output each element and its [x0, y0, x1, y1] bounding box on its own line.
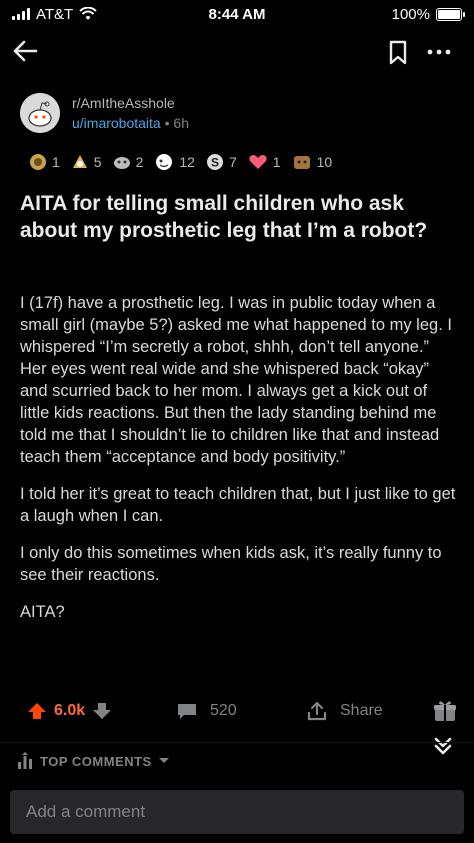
award-item[interactable]: 10 [291, 152, 333, 172]
comment-bar [10, 790, 464, 834]
status-bar: AT&T 8:44 AM 100% [0, 0, 474, 28]
wifi-icon [79, 7, 97, 20]
award-count: 1 [272, 154, 281, 170]
award-item[interactable]: 5 [70, 152, 102, 172]
comment-sort[interactable]: TOP COMMENTS [16, 752, 170, 770]
subreddit-avatar[interactable] [20, 93, 60, 133]
downvote-arrow-icon[interactable] [91, 700, 113, 722]
awards-row[interactable]: 1 5 2 12 S 7 1 10 [28, 150, 332, 174]
award-item[interactable]: S 7 [205, 152, 237, 172]
heart-award-icon [249, 155, 267, 169]
body-paragraph: I told her it’s great to teach children … [20, 485, 456, 525]
post-age: 6h [173, 115, 189, 131]
award-count: 10 [316, 154, 333, 170]
vote-controls: 6.0k [26, 700, 113, 722]
share-button[interactable]: Share [306, 700, 383, 722]
comments-button[interactable]: 520 [176, 701, 237, 721]
author-link[interactable]: u/imarobotaita [72, 115, 161, 131]
award-count: 5 [93, 154, 102, 170]
comment-count: 520 [210, 702, 237, 719]
subreddit-name[interactable]: r/AmItheAsshole [72, 95, 189, 111]
post-body: I (17f) have a prosthetic leg. I was in … [20, 292, 460, 638]
award-item[interactable]: 12 [153, 152, 195, 172]
award-count: 7 [228, 154, 237, 170]
award-item[interactable]: 1 [247, 152, 281, 172]
body-paragraph: I (17f) have a prosthetic leg. I was in … [20, 294, 452, 466]
caret-down-icon [158, 758, 169, 763]
back-arrow-icon[interactable] [10, 36, 40, 66]
battery-icon [436, 7, 465, 21]
sort-icon [18, 752, 32, 769]
action-bar: 6.0k 520 Share [0, 690, 474, 732]
snoo-icon [20, 93, 60, 133]
more-options-icon[interactable] [424, 38, 454, 66]
comment-bubble-icon [178, 704, 196, 719]
body-paragraph: I only do this sometimes when kids ask, … [20, 544, 442, 584]
post-header: r/AmItheAsshole u/imarobotaita • 6h [20, 88, 460, 138]
author-line: u/imarobotaita • 6h [72, 115, 189, 131]
award-count: 12 [179, 154, 195, 170]
vote-count: 6.0k [54, 702, 86, 719]
award-icon [30, 154, 46, 170]
gift-icon[interactable] [432, 698, 458, 724]
svg-text:S: S [211, 156, 219, 170]
award-icon [72, 155, 87, 168]
body-paragraph: AITA? [20, 603, 65, 621]
divider [0, 742, 474, 743]
award-icon: S [206, 154, 223, 170]
bookmark-icon[interactable] [386, 38, 410, 66]
status-time: 8:44 AM [208, 5, 266, 23]
sort-label: TOP COMMENTS [40, 753, 152, 769]
share-label: Share [340, 702, 383, 719]
upvote-arrow-icon[interactable] [26, 700, 48, 722]
award-count: 1 [52, 154, 60, 170]
battery-percent: 100% [391, 5, 430, 23]
award-item[interactable]: 1 [28, 152, 60, 172]
top-nav [0, 30, 474, 76]
award-icon [113, 157, 130, 169]
share-icon [307, 701, 327, 721]
award-count: 2 [135, 154, 144, 170]
award-icon [156, 154, 173, 170]
comment-input[interactable] [26, 802, 464, 822]
award-item[interactable]: 2 [112, 152, 144, 172]
double-chevron-down-icon[interactable] [431, 734, 455, 758]
award-icon [293, 156, 310, 169]
carrier-label: AT&T [36, 5, 74, 23]
signal-icon [12, 8, 30, 20]
post-title: AITA for telling small children who ask … [20, 192, 428, 242]
